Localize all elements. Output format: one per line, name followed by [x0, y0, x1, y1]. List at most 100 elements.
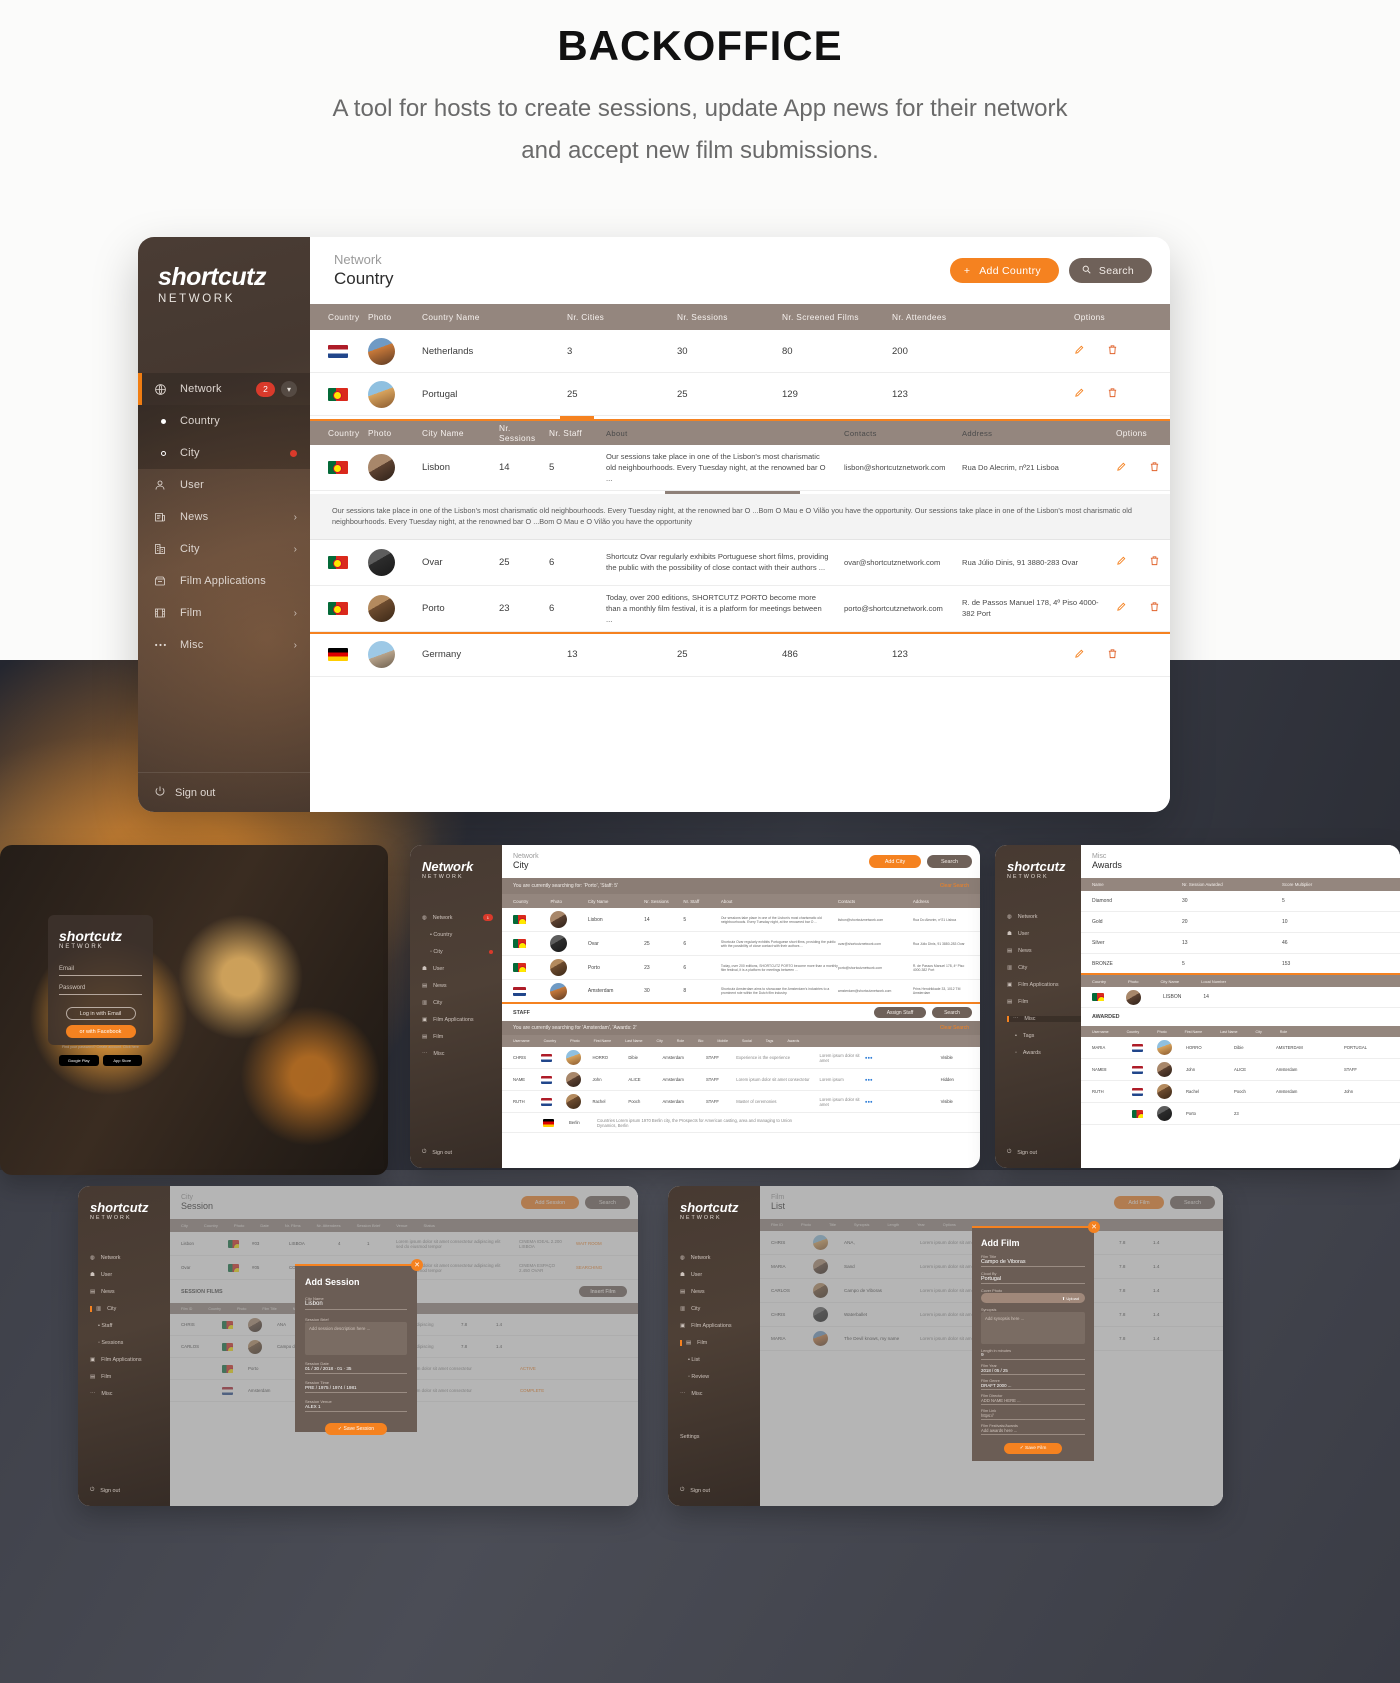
pencil-icon[interactable] — [1116, 461, 1127, 475]
sidebar-item-film[interactable]: ▤ Film — [1007, 999, 1081, 1005]
sidebar-item-film[interactable]: ▤ Film — [90, 1374, 170, 1380]
sidebar-item-news[interactable]: ▤ News — [1007, 948, 1081, 954]
table-row[interactable]: Porto 23 6 Today, over 200 editions, SHO… — [310, 585, 1170, 632]
table-row[interactable]: RUTH Rachel Pooch Amsterdam John — [1081, 1081, 1400, 1103]
save-session-button[interactable]: ✓ Save Session — [325, 1423, 387, 1435]
sidebar-item-city[interactable]: ▥ City — [1007, 965, 1081, 971]
sidebar-item-news[interactable]: ▤ News — [680, 1289, 760, 1295]
trash-icon[interactable] — [1149, 601, 1160, 615]
sidebar-item-network[interactable]: ◍ Network — [90, 1255, 170, 1261]
country-value[interactable]: Portugal — [981, 1276, 1085, 1284]
pencil-icon[interactable] — [1074, 387, 1085, 401]
pencil-icon[interactable] — [1116, 555, 1127, 569]
sidebar-item-film[interactable]: ▤ Film — [680, 1340, 760, 1346]
synopsis-textarea[interactable]: Add synopsis here ... — [981, 1312, 1085, 1344]
chevron-down-icon[interactable]: ▾ — [281, 381, 297, 397]
sidebar-item-film[interactable]: ▤ Film — [422, 1034, 502, 1040]
table-row[interactable]: Germany 13 25 486 123 — [310, 633, 1170, 677]
login-with-email-button[interactable]: Log in with Email — [65, 1007, 136, 1020]
table-row[interactable]: NAME8 John ALICE Amsterdam STAFF — [1081, 1059, 1400, 1081]
table-row[interactable]: Gold 20 10 — [1081, 912, 1400, 933]
sidebar-item-staff[interactable]: • Staff — [90, 1323, 170, 1329]
add-country-button[interactable]: + Add Country — [949, 258, 1059, 283]
save-film-button[interactable]: ✓ Save Film — [1004, 1443, 1062, 1454]
sidebar-item-film-applications[interactable]: ▣ Film Applications — [1007, 982, 1081, 988]
table-row[interactable]: Portugal 25 25 129 123 — [310, 373, 1170, 416]
sidebar-item-user[interactable]: ☗ User — [90, 1272, 170, 1278]
assign-staff-button[interactable]: Assign Staff — [874, 1007, 926, 1018]
session-date-value[interactable]: 01 / 30 / 2018 · 01 · 35 — [305, 1366, 407, 1374]
trash-icon[interactable] — [1107, 387, 1118, 401]
pencil-icon[interactable] — [1074, 344, 1085, 358]
sidebar-item-city-sub[interactable]: ◦ City — [422, 949, 502, 955]
sidebar-item-country[interactable]: • Country — [422, 932, 502, 938]
upload-cover-button[interactable]: ⬆ Upload — [981, 1293, 1085, 1303]
sidebar-item-film-applications[interactable]: ▣ Film Applications — [422, 1017, 502, 1023]
table-row[interactable]: Diamond 30 5 — [1081, 891, 1400, 912]
director-input[interactable]: ADD NAME HERE ... — [981, 1398, 1085, 1405]
sidebar-item-list[interactable]: • List — [680, 1357, 760, 1363]
thumbnail-city-screen[interactable]: Network NETWORK ◍ Network 1 • Country ◦ Ci… — [410, 845, 980, 1168]
sidebar-item-city[interactable]: ▥ City — [90, 1306, 170, 1312]
sidebar-item-tags[interactable]: • Tags — [1007, 1033, 1081, 1039]
sign-out-button[interactable]: Sign out — [138, 772, 310, 812]
table-row[interactable]: Berlin Countries Lorem ipsum 1970 Berlin… — [502, 1113, 980, 1133]
film-link-input[interactable]: https:// — [981, 1413, 1085, 1420]
thumbnail-film-screen[interactable]: shortcutz NETWORK ◍ Network ☗ User ▤ News ▥… — [668, 1186, 1223, 1506]
sidebar-item-review[interactable]: ◦ Review — [680, 1374, 760, 1380]
sidebar-item-network[interactable]: ◍ Network 1 — [422, 914, 502, 921]
pencil-icon[interactable] — [1074, 648, 1085, 662]
table-row[interactable]: BRONZE 5 153 — [1081, 954, 1400, 975]
sidebar-item-network[interactable]: ◍ Network — [1007, 914, 1081, 920]
table-row[interactable]: Ovar 25 6 Shortcutz Ovar regularly exhib… — [310, 539, 1170, 586]
sidebar-item-film-applications[interactable]: ▣ Film Applications — [90, 1357, 170, 1363]
close-icon[interactable]: ✕ — [411, 1259, 423, 1271]
film-title-value[interactable]: Campo de Viboras — [981, 1259, 1085, 1267]
table-row[interactable]: Silver 13 46 — [1081, 933, 1400, 954]
app-store-badge[interactable]: App Store — [102, 1055, 142, 1066]
sign-out-button[interactable]: ⏻ Sign out — [680, 1487, 710, 1494]
sidebar-item-country[interactable]: Country — [138, 405, 310, 437]
sign-out-button[interactable]: ⏻ Sign out — [422, 1149, 452, 1156]
search-button[interactable]: Search — [927, 855, 972, 868]
sidebar-item-city[interactable]: City › — [138, 533, 310, 565]
sidebar-item-news[interactable]: ▤ News — [90, 1289, 170, 1295]
table-row[interactable]: CHRIS HORRO Dibie Amsterdam STAFF Experi… — [502, 1047, 980, 1069]
email-field[interactable]: Email — [59, 966, 142, 976]
pencil-icon[interactable] — [1116, 601, 1127, 615]
trash-icon[interactable] — [1107, 648, 1118, 662]
sidebar-item-user[interactable]: ☗ User — [680, 1272, 760, 1278]
sidebar-item-network[interactable]: ◍ Network — [680, 1255, 760, 1261]
sign-out-button[interactable]: ⏻ Sign out — [1007, 1149, 1037, 1156]
sidebar-item-film[interactable]: Film › — [138, 597, 310, 629]
clear-search-button[interactable]: Clear Search — [940, 883, 969, 889]
table-row[interactable]: MARIA HORRO Dibie AMSTERDAM PORTUGAL — [1081, 1037, 1400, 1059]
sidebar-item-misc[interactable]: ⋯ Misc — [1007, 1016, 1081, 1022]
sidebar-item-awards[interactable]: ◦ Awards — [1007, 1050, 1081, 1056]
awards-input[interactable]: Add awards here ... — [981, 1428, 1085, 1435]
trash-icon[interactable] — [1107, 344, 1118, 358]
sidebar-item-city[interactable]: ▥ City — [680, 1306, 760, 1312]
thumbnail-login-screen[interactable]: shortcutz NETWORK Email Password Log in … — [0, 845, 388, 1175]
clear-search-button[interactable]: Clear Search — [940, 1025, 969, 1031]
sidebar-item-misc[interactable]: Misc › — [138, 629, 310, 661]
close-icon[interactable]: ✕ — [1088, 1221, 1100, 1233]
table-row[interactable]: Lisbon 14 5 Our sessions take place in o… — [502, 908, 980, 932]
table-row[interactable]: NAME John ALICE Amsterdam STAFF Lorem ip… — [502, 1069, 980, 1091]
table-row[interactable]: Ovar 25 6 Shortcutz Ovar regularly exhib… — [502, 932, 980, 956]
sidebar-item-sessions[interactable]: ◦ Sessions — [90, 1340, 170, 1346]
search-button[interactable]: Search — [1068, 258, 1152, 283]
google-play-badge[interactable]: Google Play — [59, 1055, 99, 1066]
table-row[interactable]: Lisbon 14 5 Our sessions take place in o… — [310, 445, 1170, 491]
session-venue-value[interactable]: ALEX 1 — [305, 1404, 407, 1412]
sidebar-item-misc[interactable]: ⋯ Misc — [90, 1391, 170, 1397]
sidebar-item-film-applications[interactable]: ▣ Film Applications — [680, 1323, 760, 1329]
length-value[interactable]: 9 — [981, 1353, 1085, 1360]
sidebar-item-network[interactable]: Network 2 ▾ — [138, 373, 310, 405]
trash-icon[interactable] — [1149, 461, 1160, 475]
sidebar-item-film-applications[interactable]: Film Applications — [138, 565, 310, 597]
sidebar-item-news[interactable]: News › — [138, 501, 310, 533]
thumbnail-session-screen[interactable]: shortcutz NETWORK ◍ Network ☗ User ▤ News ▥… — [78, 1186, 638, 1506]
sidebar-item-city[interactable]: ▥ City — [422, 1000, 502, 1006]
sidebar-item-news[interactable]: ▤ News — [422, 983, 502, 989]
